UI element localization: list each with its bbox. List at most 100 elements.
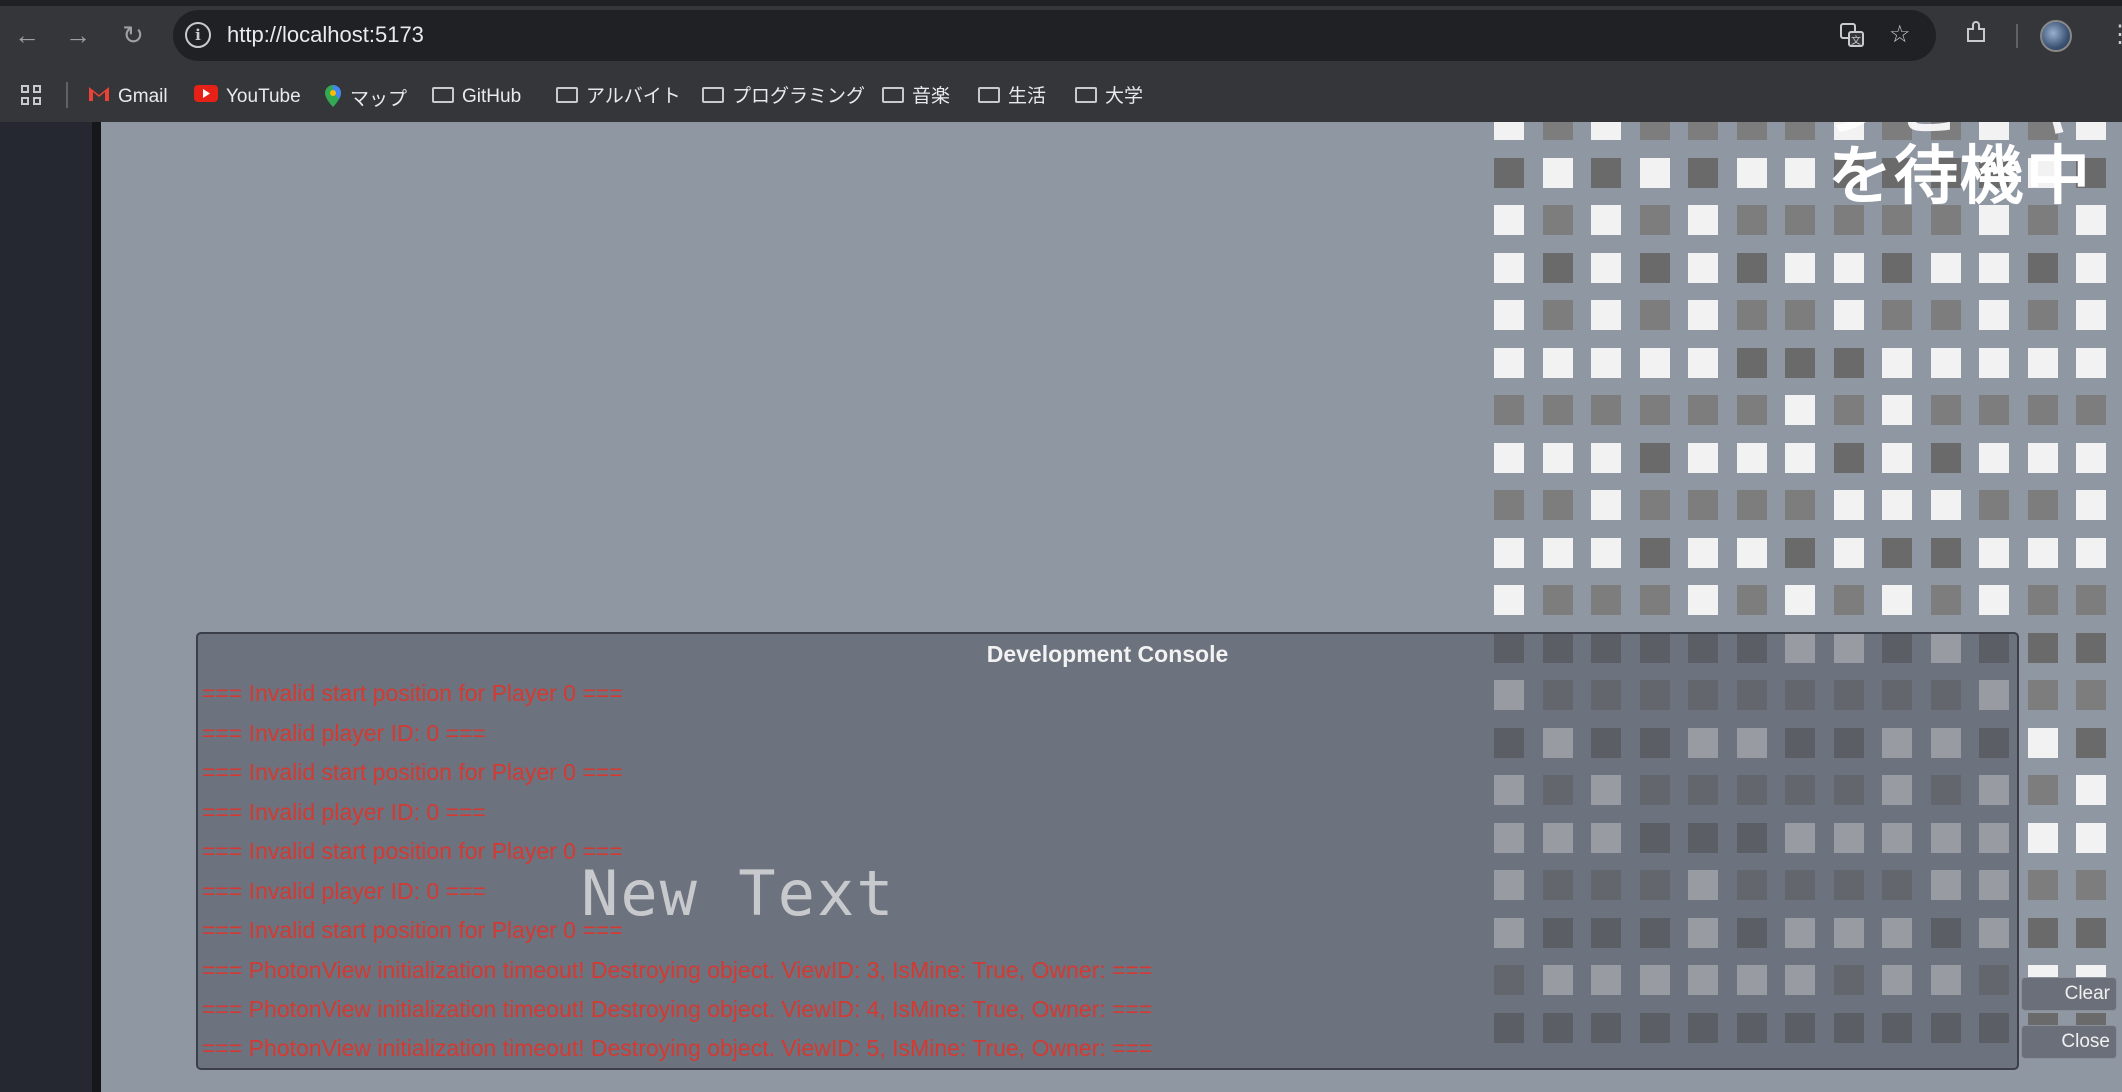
grid-tile [2076, 490, 2106, 520]
grid-tile [1930, 442, 1961, 473]
grid-tile [2076, 727, 2106, 758]
extensions-icon[interactable] [1963, 20, 1989, 54]
grid-tile [2027, 680, 2058, 710]
back-arrow-icon[interactable]: ← [12, 20, 42, 50]
grid-tile [1494, 205, 1524, 235]
game-canvas[interactable]: ンヒーヤ を待機中 Development Console === Invali… [101, 122, 2122, 1092]
profile-avatar[interactable] [2040, 20, 2072, 52]
new-text-label: New Text [581, 857, 896, 930]
toolbar-divider [2016, 24, 2018, 48]
bookmarks-bar: Gmail YouTube マップ GitHub アルバイト プログラミング 音… [0, 71, 2122, 123]
grid-tile [1542, 300, 1573, 330]
bookmark-label: GitHub [462, 86, 522, 107]
grid-tile [2076, 870, 2106, 900]
grid-tile [1930, 490, 1961, 520]
grid-tile [1591, 157, 1621, 188]
bookmark-folder-university[interactable]: 大学 [1075, 84, 1143, 110]
folder-icon [702, 86, 724, 103]
grid-tile [2076, 395, 2106, 425]
grid-tile [1494, 157, 1524, 188]
console-log-line: === Invalid start position for Player 0 … [202, 680, 623, 706]
grid-tile [1833, 347, 1864, 378]
grid-tile [2027, 870, 2058, 900]
bookmark-star-icon[interactable]: ☆ [1889, 22, 1911, 48]
grid-tile [1591, 585, 1621, 615]
console-title: Development Console [986, 641, 1229, 667]
translate-icon[interactable]: 文 [1839, 22, 1865, 54]
grid-tile [1882, 442, 1912, 473]
maps-icon [324, 84, 342, 116]
bookmark-maps[interactable]: マップ [324, 84, 407, 110]
grid-tile [1833, 300, 1864, 330]
console-log-line: === PhotonView initialization timeout! D… [202, 957, 1153, 983]
grid-tile [1785, 252, 1815, 283]
grid-tile [1494, 347, 1524, 378]
grid-tile [1542, 537, 1573, 568]
grid-tile [1494, 442, 1524, 473]
grid-tile [1542, 157, 1573, 188]
grid-tile [2076, 442, 2106, 473]
grid-tile [1979, 300, 2009, 330]
grid-tile [1688, 585, 1718, 615]
grid-tile [1736, 585, 1767, 615]
bookmark-youtube[interactable]: YouTube [194, 84, 301, 110]
grid-tile [2027, 395, 2058, 425]
grid-tile [1833, 395, 1864, 425]
grid-tile [1639, 122, 1670, 140]
grid-tile [2076, 680, 2106, 710]
console-log-line: === Invalid start position for Player 0 … [202, 838, 623, 864]
gmail-icon [88, 84, 110, 110]
grid-tile [1833, 442, 1864, 473]
grid-tile [1688, 157, 1718, 188]
grid-tile [1688, 490, 1718, 520]
folder-icon [1075, 86, 1097, 103]
grid-tile [1542, 395, 1573, 425]
grid-tile [1736, 252, 1767, 283]
bookmark-folder-baito[interactable]: アルバイト [556, 84, 681, 110]
grid-tile [1591, 205, 1621, 235]
grid-tile [1639, 252, 1670, 283]
grid-tile [2076, 300, 2106, 330]
grid-tile [1494, 537, 1524, 568]
grid-tile [1542, 205, 1573, 235]
bookmark-folder-programming[interactable]: プログラミング [702, 84, 865, 110]
menu-kebab-icon[interactable]: ⋮ [2108, 20, 2122, 50]
grid-tile [2027, 442, 2058, 473]
grid-tile [2027, 727, 2058, 758]
grid-tile [1688, 347, 1718, 378]
folder-icon [882, 86, 904, 103]
svg-text:文: 文 [1851, 34, 1861, 47]
console-clear-button[interactable]: Clear [2021, 977, 2117, 1011]
bookmarks-divider [66, 82, 68, 108]
bookmark-label: YouTube [226, 86, 301, 108]
grid-tile [1833, 490, 1864, 520]
bookmark-folder-life[interactable]: 生活 [978, 84, 1046, 110]
grid-tile [1736, 300, 1767, 330]
grid-tile [1736, 157, 1767, 188]
grid-tile [1785, 122, 1815, 140]
browser-toolbar: ← → ↻ i http://localhost:5173 文 ☆ ⋮ [0, 0, 2122, 71]
bookmark-folder-github[interactable]: GitHub [432, 84, 521, 110]
grid-tile [1736, 537, 1767, 568]
console-log-line: === Invalid player ID: 0 === [202, 720, 486, 746]
grid-tile [1542, 585, 1573, 615]
console-log-line: === PhotonView initialization timeout! D… [202, 1035, 1153, 1061]
bookmark-folder-music[interactable]: 音楽 [882, 84, 950, 110]
grid-tile [1688, 300, 1718, 330]
apps-grid-icon[interactable] [20, 84, 42, 110]
grid-tile [1639, 205, 1670, 235]
console-close-button[interactable]: Close [2021, 1025, 2117, 1059]
site-info-icon[interactable]: i [185, 22, 211, 48]
grid-tile [1639, 157, 1670, 188]
grid-tile [1930, 537, 1961, 568]
forward-arrow-icon[interactable]: → [63, 20, 93, 50]
grid-tile [1882, 395, 1912, 425]
address-bar[interactable]: i http://localhost:5173 文 ☆ [173, 10, 1936, 61]
bookmark-gmail[interactable]: Gmail [88, 84, 168, 110]
reload-icon[interactable]: ↻ [118, 20, 148, 50]
grid-tile [2076, 632, 2106, 663]
url-text[interactable]: http://localhost:5173 [227, 22, 424, 48]
development-console: Development Console === Invalid start po… [196, 632, 2019, 1070]
grid-tile [1591, 537, 1621, 568]
grid-tile [1882, 347, 1912, 378]
